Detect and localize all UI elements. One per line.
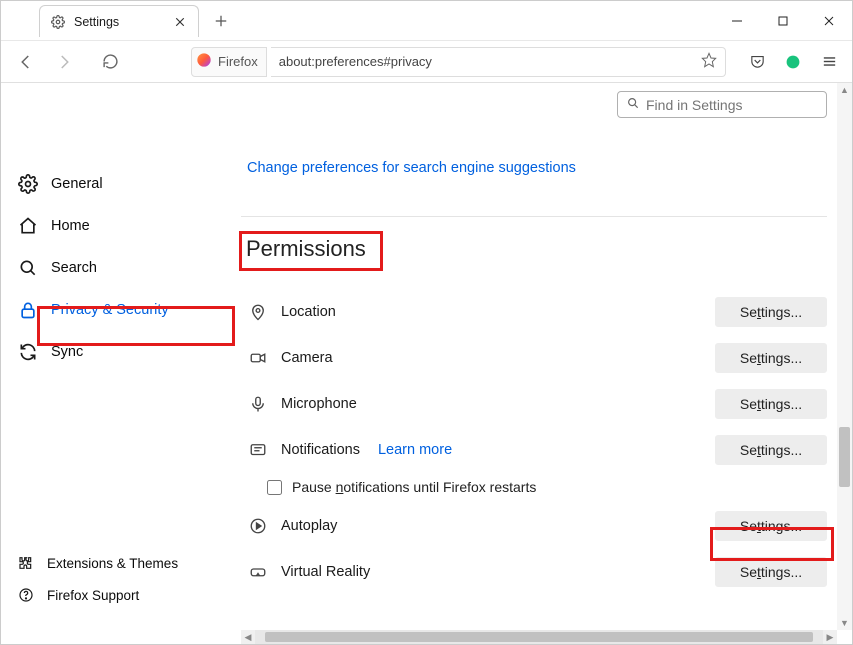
sidebar-item-search[interactable]: Search [7, 247, 225, 289]
back-button[interactable] [9, 45, 43, 79]
horizontal-scrollbar[interactable]: ◀ ▶ [241, 630, 837, 644]
tab-strip: Settings [1, 1, 714, 37]
scroll-left-arrow[interactable]: ◀ [241, 630, 255, 644]
gear-icon [17, 173, 39, 195]
permissions-list: Location Settings... Camera Settings... [241, 289, 827, 595]
maximize-button[interactable] [760, 1, 806, 41]
app-menu-button[interactable] [814, 47, 844, 77]
sidebar-item-label: Privacy & Security [51, 302, 169, 318]
lock-icon [17, 299, 39, 321]
learn-more-link[interactable]: Learn more [378, 442, 452, 458]
find-in-settings[interactable] [617, 91, 827, 118]
pause-notifications-label: Pause notifications until Firefox restar… [292, 479, 536, 495]
scroll-up-arrow[interactable]: ▲ [837, 83, 852, 97]
permission-label: Notifications [281, 442, 360, 458]
vr-icon [247, 561, 269, 583]
notification-icon [247, 439, 269, 461]
permission-label: Camera [281, 350, 333, 366]
scroll-down-arrow[interactable]: ▼ [837, 616, 852, 630]
close-window-button[interactable] [806, 1, 852, 41]
url-identity[interactable]: Firefox [191, 47, 267, 77]
toolbar: Firefox about:preferences#privacy [1, 41, 852, 83]
sidebar-item-label: Extensions & Themes [47, 556, 178, 571]
search-suggestions-link[interactable]: Change preferences for search engine sug… [247, 160, 827, 176]
scroll-htrack[interactable] [255, 630, 823, 644]
firefox-logo-icon [196, 52, 212, 71]
minimize-button[interactable] [714, 1, 760, 41]
window: Settings [0, 0, 853, 645]
settings-search-row [241, 89, 827, 138]
permission-row-location: Location Settings... [241, 289, 827, 335]
settings-sidebar: General Home Search [1, 83, 231, 630]
scroll-right-arrow[interactable]: ▶ [823, 630, 837, 644]
permission-label: Location [281, 304, 336, 320]
sidebar-item-general[interactable]: General [7, 163, 225, 205]
bookmark-star-icon[interactable] [701, 52, 717, 71]
content: General Home Search [1, 83, 852, 644]
sidebar-item-label: Sync [51, 344, 83, 360]
settings-button-camera[interactable]: Settings... [715, 343, 827, 373]
pause-notifications-checkbox[interactable] [267, 480, 282, 495]
sidebar-item-privacy[interactable]: Privacy & Security [7, 289, 225, 331]
permission-label: Virtual Reality [281, 564, 370, 580]
puzzle-icon [17, 554, 35, 572]
scroll-track[interactable] [837, 97, 852, 616]
settings-button-vr[interactable]: Settings... [715, 557, 827, 587]
settings-button-autoplay[interactable]: Settings... [715, 511, 827, 541]
reload-button[interactable] [93, 45, 127, 79]
sidebar-item-label: Firefox Support [47, 588, 139, 603]
find-input[interactable] [646, 97, 827, 113]
sidebar-item-label: General [51, 176, 103, 192]
url-bar[interactable]: about:preferences#privacy [271, 47, 726, 77]
titlebar: Settings [1, 1, 852, 41]
permission-row-microphone: Microphone Settings... [241, 381, 827, 427]
url-text: about:preferences#privacy [279, 54, 701, 69]
extension-badge-icon[interactable] [778, 47, 808, 77]
permission-label: Microphone [281, 396, 357, 412]
permission-row-autoplay: Autoplay Settings... [241, 503, 827, 549]
permission-label: Autoplay [281, 518, 337, 534]
divider [241, 216, 827, 217]
permission-row-vr: Virtual Reality Settings... [241, 549, 827, 595]
location-icon [247, 301, 269, 323]
section-header-wrap: Permissions [241, 231, 827, 271]
scroll-hthumb[interactable] [265, 632, 813, 642]
scroll-thumb[interactable] [839, 427, 850, 487]
settings-button-notifications[interactable]: Settings... [715, 435, 827, 465]
permission-row-notifications: Notifications Learn more Settings... [241, 427, 827, 473]
search-icon [17, 257, 39, 279]
section-title-permissions: Permissions [239, 231, 383, 271]
pocket-icon[interactable] [742, 47, 772, 77]
sidebar-item-support[interactable]: Firefox Support [7, 579, 225, 611]
microphone-icon [247, 393, 269, 415]
search-icon [626, 96, 640, 113]
sidebar-item-label: Search [51, 260, 97, 276]
new-tab-button[interactable] [207, 7, 235, 35]
settings-button-location[interactable]: Settings... [715, 297, 827, 327]
toolbar-right-icons [742, 47, 844, 77]
autoplay-icon [247, 515, 269, 537]
window-controls [714, 1, 852, 41]
sync-icon [17, 341, 39, 363]
sidebar-item-home[interactable]: Home [7, 205, 225, 247]
permission-row-camera: Camera Settings... [241, 335, 827, 381]
sidebar-bottom: Extensions & Themes Firefox Support [7, 547, 225, 615]
camera-icon [247, 347, 269, 369]
url-identity-label: Firefox [218, 54, 258, 69]
help-icon [17, 586, 35, 604]
home-icon [17, 215, 39, 237]
sidebar-item-sync[interactable]: Sync [7, 331, 225, 373]
settings-button-microphone[interactable]: Settings... [715, 389, 827, 419]
forward-button[interactable] [47, 45, 81, 79]
main-settings-panel: Change preferences for search engine sug… [231, 83, 837, 630]
tab-settings[interactable]: Settings [39, 5, 199, 37]
vertical-scrollbar[interactable]: ▲ ▼ [837, 83, 852, 630]
tab-close-button[interactable] [172, 14, 188, 30]
pause-notifications-row: Pause notifications until Firefox restar… [267, 473, 827, 503]
tab-title: Settings [74, 15, 164, 29]
content-area: General Home Search [1, 83, 852, 644]
sidebar-item-extensions[interactable]: Extensions & Themes [7, 547, 225, 579]
gear-icon [50, 14, 66, 30]
sidebar-item-label: Home [51, 218, 90, 234]
